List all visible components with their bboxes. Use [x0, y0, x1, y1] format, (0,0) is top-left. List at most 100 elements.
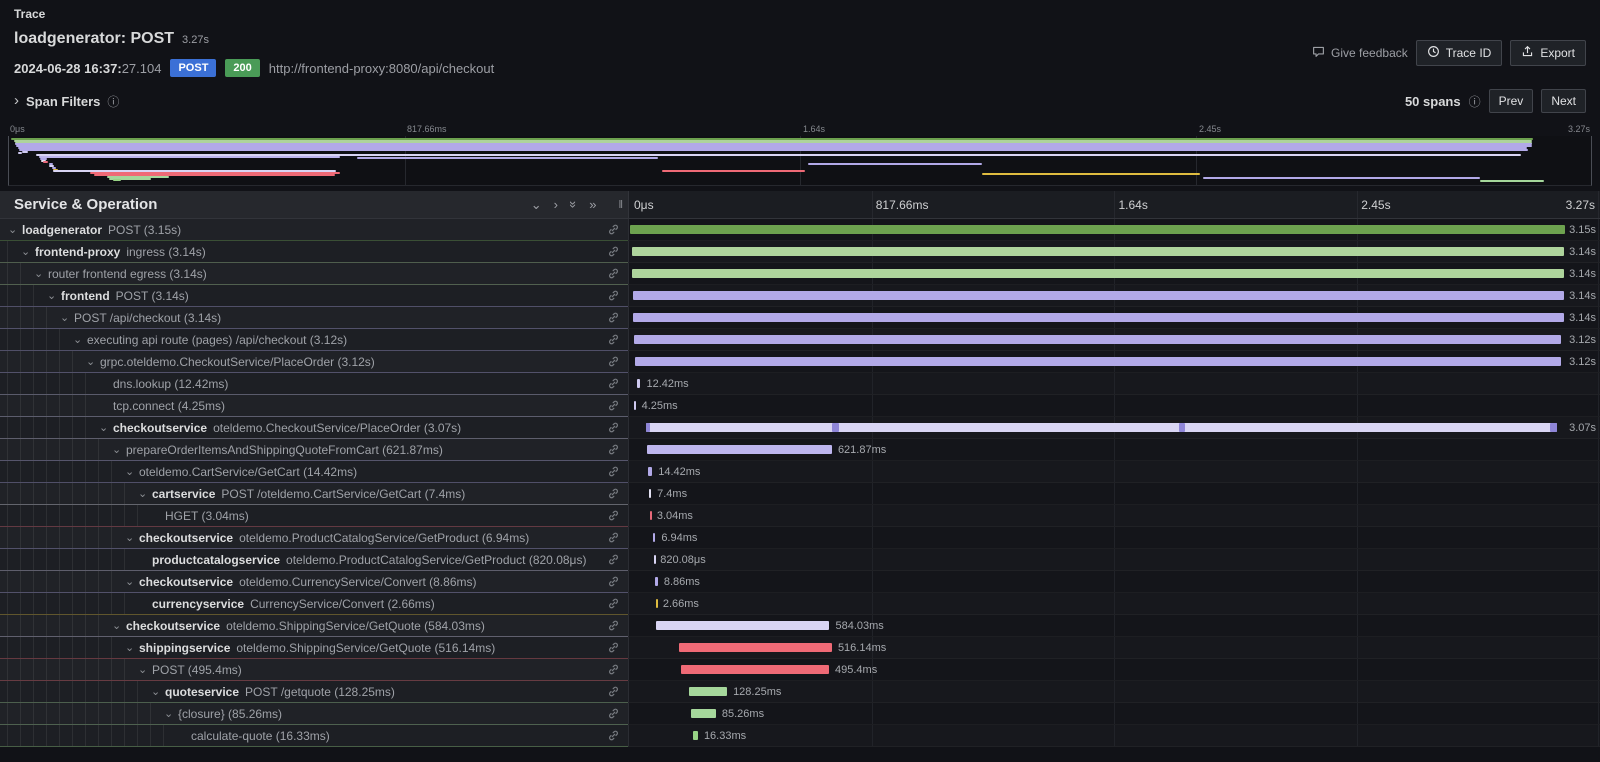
- chevron-down-icon[interactable]: ⌄: [138, 665, 152, 675]
- info-icon[interactable]: ⓘ: [1469, 93, 1481, 110]
- span-link-icon[interactable]: [607, 641, 620, 654]
- span-link-icon[interactable]: [607, 333, 620, 346]
- span-label[interactable]: ⌄oteldemo.CartService/GetCart (14.42ms): [0, 461, 628, 483]
- span-label[interactable]: ⌄POST (495.4ms): [0, 659, 628, 681]
- span-label[interactable]: ⌄executing api route (pages) /api/checko…: [0, 329, 628, 351]
- span-bar[interactable]: [634, 335, 1560, 344]
- span-filters-toggle[interactable]: › Span Filters ⓘ: [14, 93, 119, 110]
- minimap-canvas[interactable]: [8, 136, 1592, 186]
- span-link-icon[interactable]: [607, 707, 620, 720]
- chevron-down-icon[interactable]: ⌄: [151, 687, 165, 697]
- span-bar[interactable]: [649, 489, 651, 498]
- span-link-icon[interactable]: [607, 553, 620, 566]
- span-bar[interactable]: [689, 687, 727, 696]
- chevron-down-icon[interactable]: ⌄: [34, 269, 48, 279]
- span-bar-area[interactable]: 2.66ms: [628, 593, 1600, 615]
- chevron-down-icon[interactable]: ⌄: [125, 467, 139, 477]
- span-bar-area[interactable]: 3.12s: [628, 329, 1600, 351]
- span-bar-area[interactable]: 16.33ms: [628, 725, 1600, 747]
- chevron-down-icon[interactable]: ⌄: [125, 577, 139, 587]
- info-icon[interactable]: ⓘ: [107, 93, 119, 110]
- span-bar-area[interactable]: 3.04ms: [628, 505, 1600, 527]
- span-bar[interactable]: [647, 445, 831, 454]
- span-bar-area[interactable]: 7.4ms: [628, 483, 1600, 505]
- span-bar[interactable]: [654, 555, 656, 564]
- span-bar[interactable]: [681, 665, 829, 674]
- chevron-down-icon[interactable]: ⌄: [99, 423, 113, 433]
- chevron-down-icon[interactable]: ⌄: [21, 247, 35, 257]
- chevron-down-icon[interactable]: ⌄: [8, 225, 22, 235]
- span-label[interactable]: ⌄checkoutserviceoteldemo.ProductCatalogS…: [0, 527, 628, 549]
- expand-all-icon[interactable]: »: [589, 198, 596, 211]
- span-link-icon[interactable]: [607, 619, 620, 632]
- chevron-down-icon[interactable]: ⌄: [47, 291, 61, 301]
- span-label[interactable]: dns.lookup (12.42ms): [0, 373, 628, 395]
- span-link-icon[interactable]: [607, 443, 620, 456]
- span-link-icon[interactable]: [607, 421, 620, 434]
- span-label[interactable]: ⌄prepareOrderItemsAndShippingQuoteFromCa…: [0, 439, 628, 461]
- span-label[interactable]: tcp.connect (4.25ms): [0, 395, 628, 417]
- span-bar-area[interactable]: 3.14s: [628, 285, 1600, 307]
- trace-id-button[interactable]: Trace ID: [1416, 40, 1503, 66]
- span-link-icon[interactable]: [607, 377, 620, 390]
- span-bar[interactable]: [650, 511, 652, 520]
- chevron-down-icon[interactable]: ⌄: [73, 335, 87, 345]
- span-bar-area[interactable]: 4.25ms: [628, 395, 1600, 417]
- span-link-icon[interactable]: [607, 399, 620, 412]
- span-label[interactable]: currencyserviceCurrencyService/Convert (…: [0, 593, 628, 615]
- span-bar-area[interactable]: 3.14s: [628, 307, 1600, 329]
- span-bar-area[interactable]: 14.42ms: [628, 461, 1600, 483]
- span-label[interactable]: productcatalogserviceoteldemo.ProductCat…: [0, 549, 628, 571]
- span-bar-area[interactable]: 128.25ms: [628, 681, 1600, 703]
- span-bar-area[interactable]: 3.15s: [628, 219, 1600, 241]
- span-label[interactable]: HGET (3.04ms): [0, 505, 628, 527]
- span-bar[interactable]: [679, 643, 832, 652]
- span-link-icon[interactable]: [607, 531, 620, 544]
- span-bar[interactable]: [635, 357, 1561, 366]
- span-bar[interactable]: [648, 467, 652, 476]
- collapse-all-icon[interactable]: »: [567, 201, 580, 208]
- span-link-icon[interactable]: [607, 311, 620, 324]
- span-label[interactable]: ⌄POST /api/checkout (3.14s): [0, 307, 628, 329]
- span-label[interactable]: ⌄cartservicePOST /oteldemo.CartService/G…: [0, 483, 628, 505]
- export-button[interactable]: Export: [1510, 40, 1586, 66]
- span-bar[interactable]: [693, 731, 698, 740]
- chevron-down-icon[interactable]: ⌄: [86, 357, 100, 367]
- span-bar[interactable]: [633, 313, 1564, 322]
- span-bar-area[interactable]: 8.86ms: [628, 571, 1600, 593]
- chevron-down-icon[interactable]: ⌄: [138, 489, 152, 499]
- span-label[interactable]: ⌄grpc.oteldemo.CheckoutService/PlaceOrde…: [0, 351, 628, 373]
- span-bar[interactable]: [653, 533, 655, 542]
- span-bar[interactable]: [637, 379, 641, 388]
- span-bar[interactable]: [634, 401, 636, 410]
- span-bar-area[interactable]: 12.42ms: [628, 373, 1600, 395]
- span-link-icon[interactable]: [607, 289, 620, 302]
- span-bar[interactable]: [630, 225, 1564, 234]
- span-bar-area[interactable]: 6.94ms: [628, 527, 1600, 549]
- span-link-icon[interactable]: [607, 267, 620, 280]
- span-label[interactable]: ⌄shippingserviceoteldemo.ShippingService…: [0, 637, 628, 659]
- span-bar-area[interactable]: 85.26ms: [628, 703, 1600, 725]
- span-bar-area[interactable]: 621.87ms: [628, 439, 1600, 461]
- chevron-down-icon[interactable]: ⌄: [125, 643, 139, 653]
- span-link-icon[interactable]: [607, 487, 620, 500]
- expand-one-icon[interactable]: ›: [554, 198, 558, 211]
- collapse-one-icon[interactable]: ⌄: [531, 198, 542, 211]
- span-link-icon[interactable]: [607, 509, 620, 522]
- span-link-icon[interactable]: [607, 597, 620, 610]
- span-link-icon[interactable]: [607, 223, 620, 236]
- give-feedback-button[interactable]: Give feedback: [1312, 45, 1408, 61]
- next-button[interactable]: Next: [1541, 89, 1586, 113]
- prev-button[interactable]: Prev: [1489, 89, 1534, 113]
- chevron-down-icon[interactable]: ⌄: [60, 313, 74, 323]
- chevron-down-icon[interactable]: ⌄: [112, 621, 126, 631]
- chevron-down-icon[interactable]: ⌄: [112, 445, 126, 455]
- span-label[interactable]: calculate-quote (16.33ms): [0, 725, 628, 747]
- span-bar-area[interactable]: 3.07s: [628, 417, 1600, 439]
- span-label[interactable]: ⌄router frontend egress (3.14s): [0, 263, 628, 285]
- span-label[interactable]: ⌄frontendPOST (3.14s): [0, 285, 628, 307]
- span-bar[interactable]: [646, 423, 1558, 432]
- span-bar-area[interactable]: 495.4ms: [628, 659, 1600, 681]
- span-bar-area[interactable]: 516.14ms: [628, 637, 1600, 659]
- span-bar[interactable]: [656, 621, 830, 630]
